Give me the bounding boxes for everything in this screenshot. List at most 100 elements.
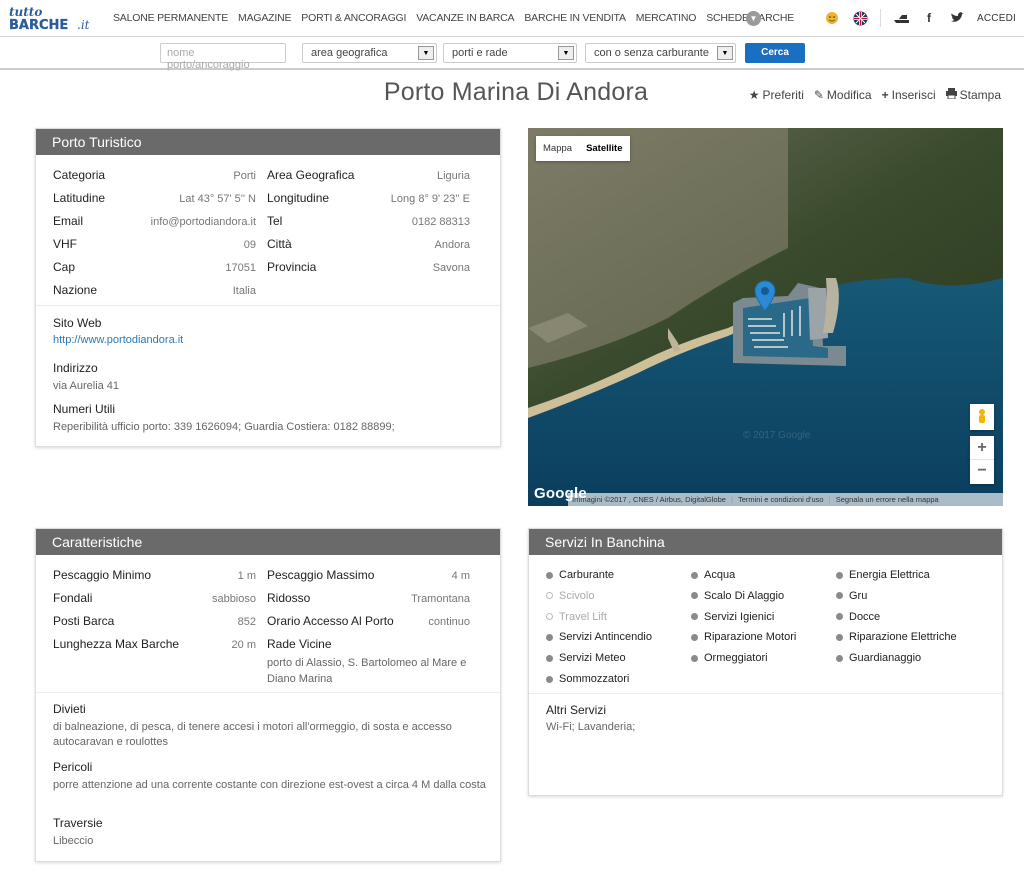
section-divider xyxy=(36,305,500,306)
nav-magazine[interactable]: MAGAZINE xyxy=(238,12,291,24)
chevron-down-icon: ▼ xyxy=(558,46,574,60)
service-label: Servizi Meteo xyxy=(559,652,626,665)
more-menu-icon[interactable]: ▼ xyxy=(746,11,761,26)
field-value: Liguria xyxy=(436,170,470,182)
twitter-icon[interactable] xyxy=(949,10,965,26)
available-dot-icon xyxy=(836,592,843,600)
website-link[interactable]: http://www.portodiandora.it xyxy=(53,334,483,346)
service-label: Servizi Igienici xyxy=(704,610,775,623)
address-value: via Aurelia 41 xyxy=(53,380,120,392)
available-dot-icon xyxy=(546,571,553,579)
area-select[interactable]: area geografica ▼ xyxy=(302,43,437,63)
field-label: Lunghezza Max Barche xyxy=(53,637,180,651)
available-dot-icon xyxy=(546,675,553,683)
field-label: Pescaggio Massimo xyxy=(267,568,375,582)
service-label: Gru xyxy=(849,589,868,602)
field-label: Pescaggio Minimo xyxy=(53,568,152,582)
useful-numbers-block: Numeri Utili Reperibilità ufficio porto:… xyxy=(53,402,493,435)
field-value: 20 m xyxy=(231,639,256,651)
map-terms-link[interactable]: Termini e condizioni d'uso xyxy=(738,495,824,504)
nav-barche-in-vendita[interactable]: BARCHE IN VENDITA xyxy=(524,12,626,24)
service-label: Carburante xyxy=(559,569,615,581)
service-label: Sommozzatori xyxy=(559,673,630,685)
nav-mercatino[interactable]: MERCATINO xyxy=(636,12,697,24)
street-view-button[interactable] xyxy=(970,404,994,430)
tab-mappa[interactable]: Mappa xyxy=(536,136,579,161)
nav-separator xyxy=(880,9,882,27)
area-select-value: area geografica xyxy=(311,47,388,59)
print-button[interactable]: Stampa xyxy=(945,88,1001,102)
field-value: 0182 88313 xyxy=(411,216,470,228)
zoom-controls: + − xyxy=(970,436,994,484)
porto-turistico-panel: Porto Turistico Categoria Porti Latitudi… xyxy=(35,128,501,447)
svg-text:tutto: tutto xyxy=(9,5,42,19)
nav-porti-ancoraggi[interactable]: PORTI & ANCORAGGI xyxy=(301,12,406,24)
service-item: Travel Lift xyxy=(546,611,607,623)
map-report-link[interactable]: Segnala un errore nella mappa xyxy=(836,495,939,504)
field-value: Italia xyxy=(232,285,256,297)
fuel-select[interactable]: con o senza carburante ▼ xyxy=(585,43,736,63)
field-label: Email xyxy=(53,214,84,228)
uk-flag-icon[interactable] xyxy=(852,10,868,26)
insert-label: Inserisci xyxy=(891,88,936,102)
service-label: Ormeggiatori xyxy=(704,652,768,665)
insert-button[interactable]: + Inserisci xyxy=(882,88,936,102)
service-label: Travel Lift xyxy=(559,610,607,623)
login-link[interactable]: ACCEDI xyxy=(977,13,1016,24)
unavailable-dot-icon xyxy=(546,592,553,600)
port-name-input[interactable]: nome porto/ancoraggio xyxy=(160,43,286,71)
service-item: Energia Elettrica xyxy=(836,569,930,581)
available-dot-icon xyxy=(836,633,843,641)
site-logo[interactable]: tutto BARCHE .it xyxy=(7,4,103,32)
field-label: Tel xyxy=(267,214,283,228)
altri-servizi-block: Altri Servizi Wi-Fi; Lavanderia; xyxy=(546,703,986,735)
edit-button[interactable]: ✎ Modifica xyxy=(814,88,872,102)
zoom-out-button[interactable]: − xyxy=(970,460,994,484)
divieti-label: Divieti xyxy=(53,702,86,716)
map-attribution: Immagini ©2017 , CNES / Airbus, DigitalG… xyxy=(568,493,1003,506)
facebook-icon[interactable]: f xyxy=(921,10,937,26)
map-type-tabs: Mappa Satellite xyxy=(536,136,630,161)
tab-satellite[interactable]: Satellite xyxy=(579,136,629,161)
pegman-icon xyxy=(979,409,985,423)
available-dot-icon xyxy=(836,571,843,579)
field-label: Fondali xyxy=(53,591,93,605)
field-label: Provincia xyxy=(267,260,317,274)
section-divider xyxy=(36,692,500,693)
search-button[interactable]: Cerca xyxy=(745,43,805,63)
rade-vicine-value: porto di Alassio, S. Bartolomeo al Mare … xyxy=(267,657,467,685)
nav-salone-permanente[interactable]: SALONE PERMANENTE xyxy=(113,12,228,24)
altri-servizi-label: Altri Servizi xyxy=(546,703,607,717)
type-select[interactable]: porti e rade ▼ xyxy=(443,43,577,63)
service-label: Riparazione Elettriche xyxy=(849,631,957,644)
available-dot-icon xyxy=(836,613,843,621)
print-label: Stampa xyxy=(959,88,1001,102)
panel-heading: Porto Turistico xyxy=(36,129,500,155)
satellite-imagery: © 2017 Google xyxy=(528,128,1003,506)
chevron-down-icon: ▼ xyxy=(717,46,733,60)
field-value: Savona xyxy=(432,262,470,274)
traversie-block: Traversie Libeccio xyxy=(53,816,493,849)
svg-text:.it: .it xyxy=(77,18,90,32)
zoom-in-button[interactable]: + xyxy=(970,436,994,460)
star-icon: ★ xyxy=(748,88,760,102)
pericoli-block: Pericoli porre attenzione ad una corrent… xyxy=(53,760,493,793)
boat-icon[interactable] xyxy=(893,10,910,26)
service-item: Carburante xyxy=(546,569,614,581)
map-watermark: © 2017 Google xyxy=(743,430,811,441)
printer-icon xyxy=(945,88,957,102)
service-item: Servizi Antincendio xyxy=(546,631,652,643)
main-menu: SALONE PERMANENTE MAGAZINE PORTI & ANCOR… xyxy=(113,12,804,24)
pericoli-value: porre attenzione ad una corrente costant… xyxy=(53,779,486,791)
favorites-button[interactable]: ★ Preferiti xyxy=(749,88,804,102)
field-value: sabbioso xyxy=(211,593,256,605)
field-label: Nazione xyxy=(53,283,98,297)
service-item: Servizi Igienici xyxy=(691,611,774,623)
satellite-map[interactable]: © 2017 Google Mappa Satellite + − Google… xyxy=(528,128,1003,506)
nav-vacanze-in-barca[interactable]: VACANZE IN BARCA xyxy=(416,12,514,24)
favorites-label: Preferiti xyxy=(762,88,804,102)
location-pin-icon[interactable] xyxy=(754,280,776,312)
altri-servizi-value: Wi-Fi; Lavanderia; xyxy=(546,721,636,733)
edit-label: Modifica xyxy=(826,88,872,102)
emoji-icon[interactable] xyxy=(824,10,840,26)
